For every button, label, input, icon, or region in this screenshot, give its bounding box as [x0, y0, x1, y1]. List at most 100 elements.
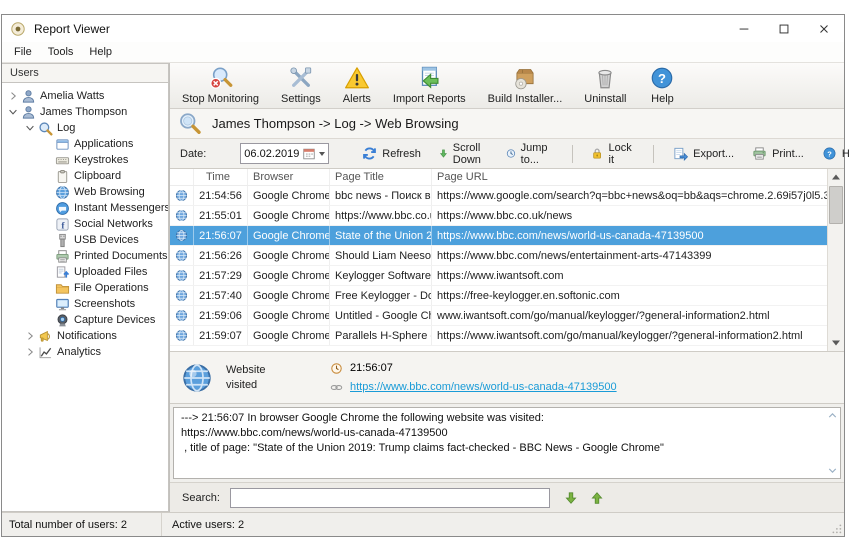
cell-browser: Google Chrome — [248, 286, 330, 305]
resize-grip[interactable] — [829, 521, 843, 535]
action-label: Print... — [772, 148, 804, 160]
scrollbar-thumb[interactable] — [829, 186, 843, 224]
web-browsing-icon — [55, 185, 70, 200]
chevron-down-icon[interactable] — [7, 106, 19, 118]
log-detail-text[interactable]: ---> 21:56:07 In browser Google Chrome t… — [173, 407, 841, 479]
table-row[interactable]: 21:56:26Google ChromeShould Liam Neeson … — [170, 246, 827, 266]
refresh-icon — [362, 146, 377, 161]
cell-browser: Google Chrome — [248, 306, 330, 325]
date-input[interactable] — [244, 148, 302, 160]
tree-item-james-thompson[interactable]: James Thompson — [2, 104, 168, 120]
alerts-icon — [343, 65, 371, 91]
tree-item-social-networks[interactable]: fSocial Networks — [2, 216, 168, 232]
cell-page-url: https://www.iwantsoft.com — [432, 266, 827, 285]
globe-icon — [175, 229, 188, 242]
search-next-icon[interactable] — [564, 491, 578, 505]
tree-item-clipboard[interactable]: Clipboard — [2, 168, 168, 184]
table-row[interactable]: 21:54:56Google Chromebbc news - Поиск в … — [170, 186, 827, 206]
column-time[interactable]: Time — [194, 169, 248, 185]
tree-item-printed-documents[interactable]: Printed Documents — [2, 248, 168, 264]
maximize-button[interactable] — [764, 15, 804, 42]
toolbar-button-label: Settings — [281, 93, 321, 105]
search-bar: Search: — [170, 482, 844, 512]
cell-page-url: https://www.iwantsoft.com/go/manual/keyl… — [432, 326, 827, 345]
tree-item-applications[interactable]: Applications — [2, 136, 168, 152]
tree-item-label: File Operations — [74, 282, 149, 294]
detail-panel: Website visited 21:56:07 https://www.bbc… — [170, 352, 844, 404]
table-row[interactable]: 21:56:07Google ChromeState of the Union … — [170, 226, 827, 246]
breadcrumb-bar: James Thompson -> Log -> Web Browsing — [170, 109, 844, 139]
menu-tools[interactable]: Tools — [40, 44, 82, 60]
search-input[interactable] — [230, 488, 550, 508]
expander-spacer — [41, 266, 53, 278]
toolbar-button-label: Alerts — [343, 93, 371, 105]
chevron-right-icon[interactable] — [7, 90, 19, 102]
stop-monitoring-icon — [207, 65, 235, 91]
row-type-cell — [170, 186, 194, 205]
expander-spacer — [41, 314, 53, 326]
build-installer-button[interactable]: Build Installer... — [488, 65, 563, 105]
tree-item-notifications[interactable]: Notifications — [2, 328, 168, 344]
tree-item-log[interactable]: Log — [2, 120, 168, 136]
scroll-down-arrow-icon[interactable] — [828, 335, 844, 351]
table-row[interactable]: 21:57:29Google ChromeKeylogger Software … — [170, 266, 827, 286]
tree-item-amelia-watts[interactable]: Amelia Watts — [2, 88, 168, 104]
cell-browser: Google Chrome — [248, 266, 330, 285]
table-row[interactable]: 21:57:40Google ChromeFree Keylogger - Do… — [170, 286, 827, 306]
tree-item-web-browsing[interactable]: Web Browsing — [2, 184, 168, 200]
tree-item-label: Clipboard — [74, 170, 121, 182]
tree-item-usb-devices[interactable]: USB Devices — [2, 232, 168, 248]
tree-item-uploaded-files[interactable]: Uploaded Files — [2, 264, 168, 280]
import-reports-button[interactable]: Import Reports — [393, 65, 466, 105]
chevron-down-icon[interactable] — [24, 122, 36, 134]
tree-item-keystrokes[interactable]: Keystrokes — [2, 152, 168, 168]
column-page-title[interactable]: Page Title — [330, 169, 432, 185]
close-button[interactable] — [804, 15, 844, 42]
visited-url-link[interactable]: https://www.bbc.com/news/world-us-canada… — [350, 381, 617, 393]
minimize-button[interactable] — [724, 15, 764, 42]
date-picker[interactable] — [240, 143, 329, 164]
chevron-down-icon[interactable] — [826, 464, 839, 477]
expander-spacer — [41, 186, 53, 198]
row-type-cell — [170, 226, 194, 245]
search-prev-icon[interactable] — [590, 491, 604, 505]
globe-icon — [175, 309, 188, 322]
tree-item-instant-messengers[interactable]: Instant Messengers — [2, 200, 168, 216]
jump-to-button[interactable]: Jump to... — [497, 143, 562, 165]
date-actions: RefreshScroll DownJump to... Lock it Expor… — [353, 143, 850, 165]
uninstall-button[interactable]: Uninstall — [584, 65, 626, 105]
menu-file[interactable]: File — [6, 44, 40, 60]
maximize-icon — [777, 22, 791, 36]
help-button[interactable]: ?Help — [648, 65, 676, 105]
menu-help[interactable]: Help — [81, 44, 120, 60]
tree-item-file-operations[interactable]: File Operations — [2, 280, 168, 296]
stop-monitoring-button[interactable]: Stop Monitoring — [182, 65, 259, 105]
tree-item-screenshots[interactable]: Screenshots — [2, 296, 168, 312]
table-row[interactable]: 21:59:06Google ChromeUntitled - Google C… — [170, 306, 827, 326]
refresh-button[interactable]: Refresh — [353, 143, 430, 165]
analytics-icon — [38, 345, 53, 360]
scroll-down-button[interactable]: Scroll Down — [430, 143, 497, 165]
tree-item-analytics[interactable]: Analytics — [2, 344, 168, 360]
chevron-right-icon[interactable] — [24, 330, 36, 342]
column-browser[interactable]: Browser — [248, 169, 330, 185]
scroll-up-icon[interactable] — [828, 169, 844, 185]
table-row[interactable]: 21:55:01Google Chromehttps://www.bbc.co.… — [170, 206, 827, 226]
vertical-scrollbar[interactable] — [827, 169, 844, 351]
chevron-right-icon[interactable] — [24, 346, 36, 358]
table-row[interactable]: 21:59:07Google ChromeParallels H-Sphere … — [170, 326, 827, 346]
file-operations-icon — [55, 281, 70, 296]
lock-it-button[interactable]: Lock it — [582, 143, 643, 165]
column-page-url[interactable]: Page URL — [432, 169, 827, 185]
chevron-up-icon[interactable] — [826, 409, 839, 422]
print-button[interactable]: Print... — [743, 143, 813, 165]
active-users-status: Active users: 2 — [162, 519, 844, 531]
alerts-button[interactable]: Alerts — [343, 65, 371, 105]
tree-item-capture-devices[interactable]: Capture Devices — [2, 312, 168, 328]
total-users-status: Total number of users: 2 — [2, 513, 162, 536]
cell-page-title: Parallels H-Sphere - Googl... — [330, 326, 432, 345]
export-button[interactable]: Export... — [664, 143, 743, 165]
tree-item-label: USB Devices — [74, 234, 139, 246]
settings-button[interactable]: Settings — [281, 65, 321, 105]
help-button[interactable]: ?Help — [813, 143, 850, 165]
